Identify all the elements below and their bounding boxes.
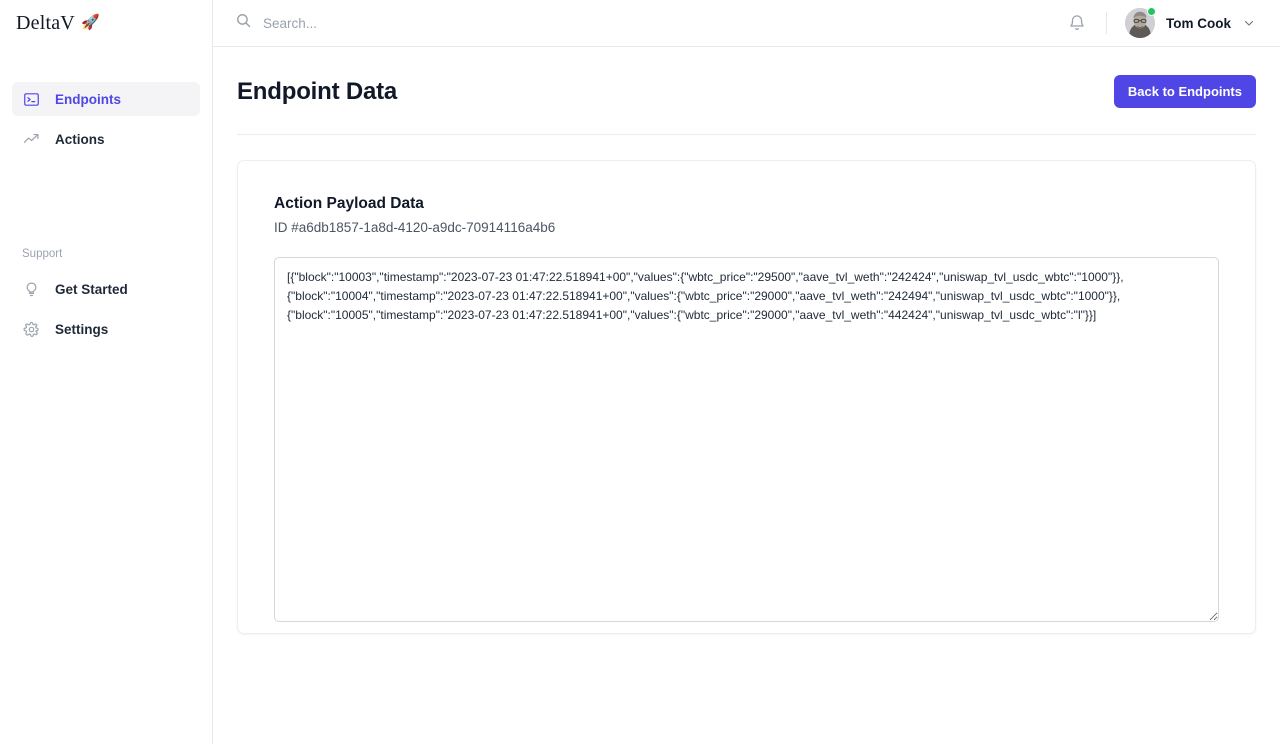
avatar <box>1125 7 1156 38</box>
topbar-right: Tom Cook <box>1064 7 1256 38</box>
bell-icon[interactable] <box>1064 10 1090 36</box>
top-bar: Tom Cook <box>213 0 1280 47</box>
sidebar-item-label: Actions <box>55 131 105 147</box>
topbar-divider <box>1106 12 1107 34</box>
chevron-down-icon <box>1242 16 1256 30</box>
terminal-icon <box>22 90 41 109</box>
primary-nav: Endpoints Actions <box>0 82 212 162</box>
sidebar-item-label: Endpoints <box>55 91 121 107</box>
payload-textarea[interactable] <box>274 257 1219 622</box>
action-id-label: ID #a6db1857-1a8d-4120-a9dc-70914116a4b6 <box>274 220 556 235</box>
action-payload-card: Action Payload Data ID #a6db1857-1a8d-41… <box>237 160 1256 634</box>
status-badge-online <box>1147 7 1156 16</box>
search-area <box>235 12 1064 34</box>
user-name: Tom Cook <box>1166 15 1231 31</box>
sidebar-item-endpoints[interactable]: Endpoints <box>12 82 200 116</box>
sidebar: DeltaV 🚀 Endpoints Actions Support Get S… <box>0 0 213 744</box>
card-title: Action Payload Data <box>274 195 424 212</box>
content-area: Endpoint Data Back to Endpoints Action P… <box>213 47 1280 744</box>
sidebar-item-get-started[interactable]: Get Started <box>12 272 200 306</box>
main-region: Tom Cook Endpoint Data Back to Endpoints… <box>213 0 1280 744</box>
brand-name: DeltaV <box>16 12 75 34</box>
search-input[interactable] <box>263 15 583 31</box>
trending-up-icon <box>22 130 41 149</box>
rocket-icon: 🚀 <box>80 15 100 31</box>
gear-icon <box>22 320 41 339</box>
search-icon <box>235 12 252 34</box>
sidebar-item-label: Get Started <box>55 281 128 297</box>
back-to-endpoints-button[interactable]: Back to Endpoints <box>1113 75 1256 108</box>
sidebar-item-label: Settings <box>55 321 109 337</box>
sidebar-item-settings[interactable]: Settings <box>12 312 200 346</box>
app-root: DeltaV 🚀 Endpoints Actions Support Get S… <box>0 0 1280 744</box>
lightbulb-icon <box>22 280 41 299</box>
brand-logo[interactable]: DeltaV 🚀 <box>0 0 212 47</box>
user-menu[interactable]: Tom Cook <box>1125 7 1256 38</box>
support-section: Support Get Started Settings <box>0 248 212 352</box>
page-title: Endpoint Data <box>237 77 398 105</box>
support-heading: Support <box>22 248 63 260</box>
page-header: Endpoint Data Back to Endpoints <box>237 47 1256 135</box>
sidebar-item-actions[interactable]: Actions <box>12 122 200 156</box>
